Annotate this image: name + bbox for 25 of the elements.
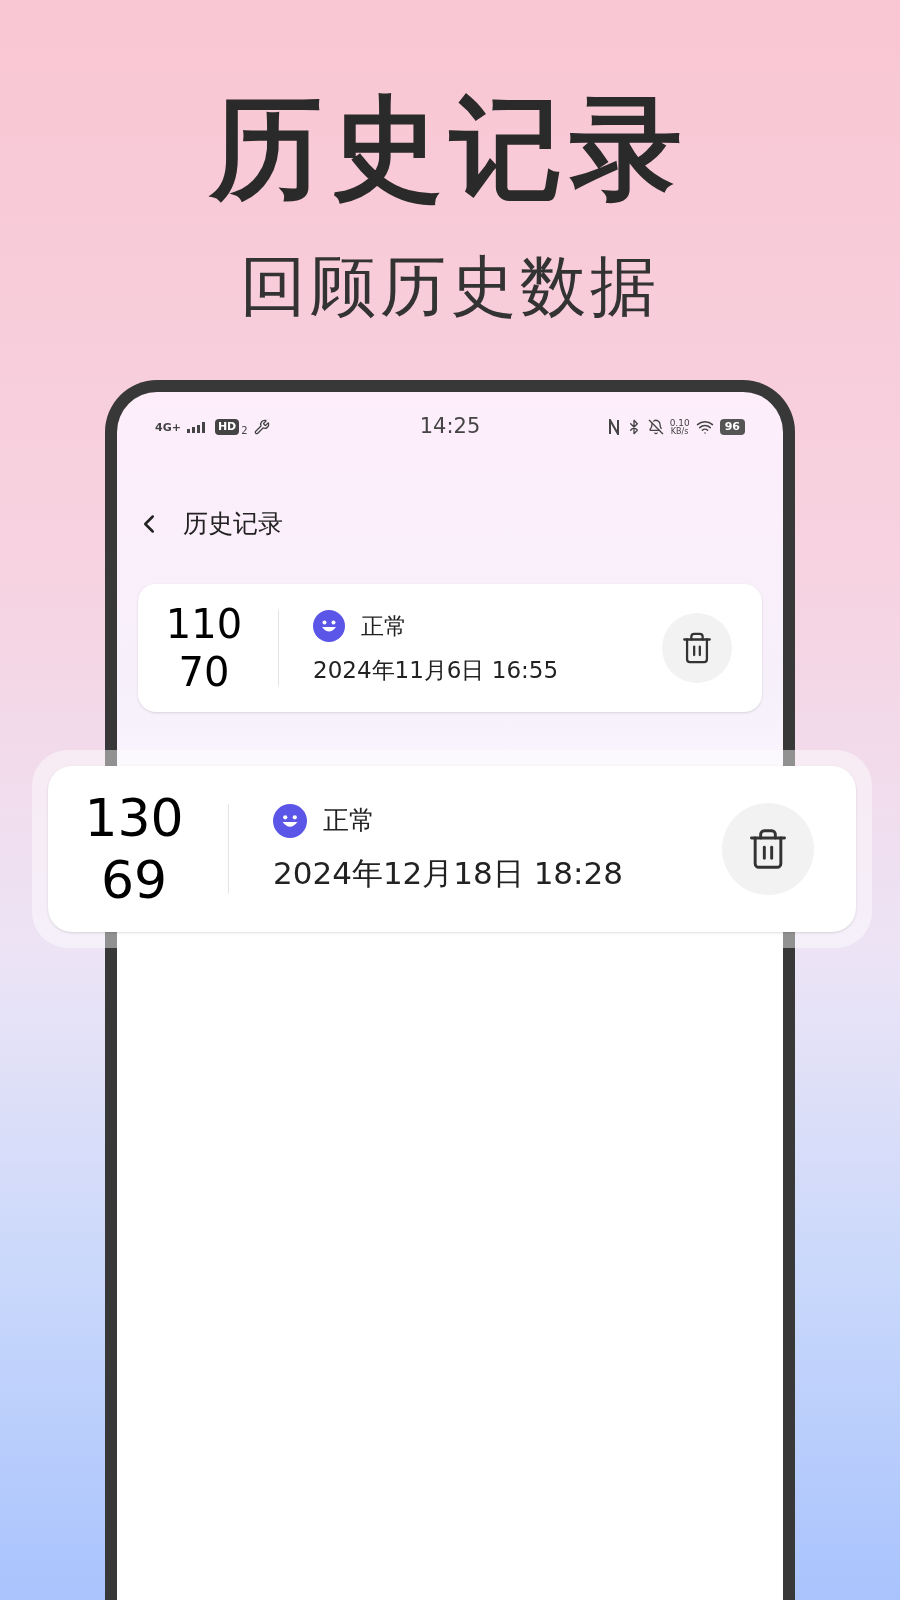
hd-subscript: 2 — [241, 423, 248, 438]
diastolic-value: 70 — [178, 652, 230, 692]
record-time: 2024年12月18日 18:28 — [273, 854, 624, 894]
smiley-icon — [273, 803, 307, 838]
screen-title: 历史记录 — [183, 508, 283, 541]
systolic-value: 130 — [84, 792, 184, 844]
systolic-value: 110 — [165, 604, 243, 644]
nfc-icon — [607, 419, 620, 435]
wifi-icon — [695, 418, 714, 436]
page-title: 历史记录 — [210, 92, 690, 204]
hd-badge: HD — [214, 419, 240, 435]
bell-off-icon — [647, 419, 664, 435]
network-label: 4G+ — [155, 421, 181, 433]
speed-unit: KB/s — [670, 427, 689, 436]
status-label: 正常 — [361, 611, 407, 641]
clock: 14:25 — [418, 413, 482, 441]
page-subtitle: 回顾历史数据 — [240, 254, 660, 320]
battery-indicator: 96 — [719, 419, 745, 435]
trash-icon — [680, 631, 714, 665]
smiley-icon — [313, 609, 345, 642]
tools-icon — [253, 419, 270, 435]
status-label: 正常 — [323, 804, 375, 838]
record-time: 2024年11月6日 16:55 — [313, 656, 560, 685]
speed-value: 0.10 — [669, 418, 690, 428]
diastolic-value: 69 — [100, 854, 168, 906]
